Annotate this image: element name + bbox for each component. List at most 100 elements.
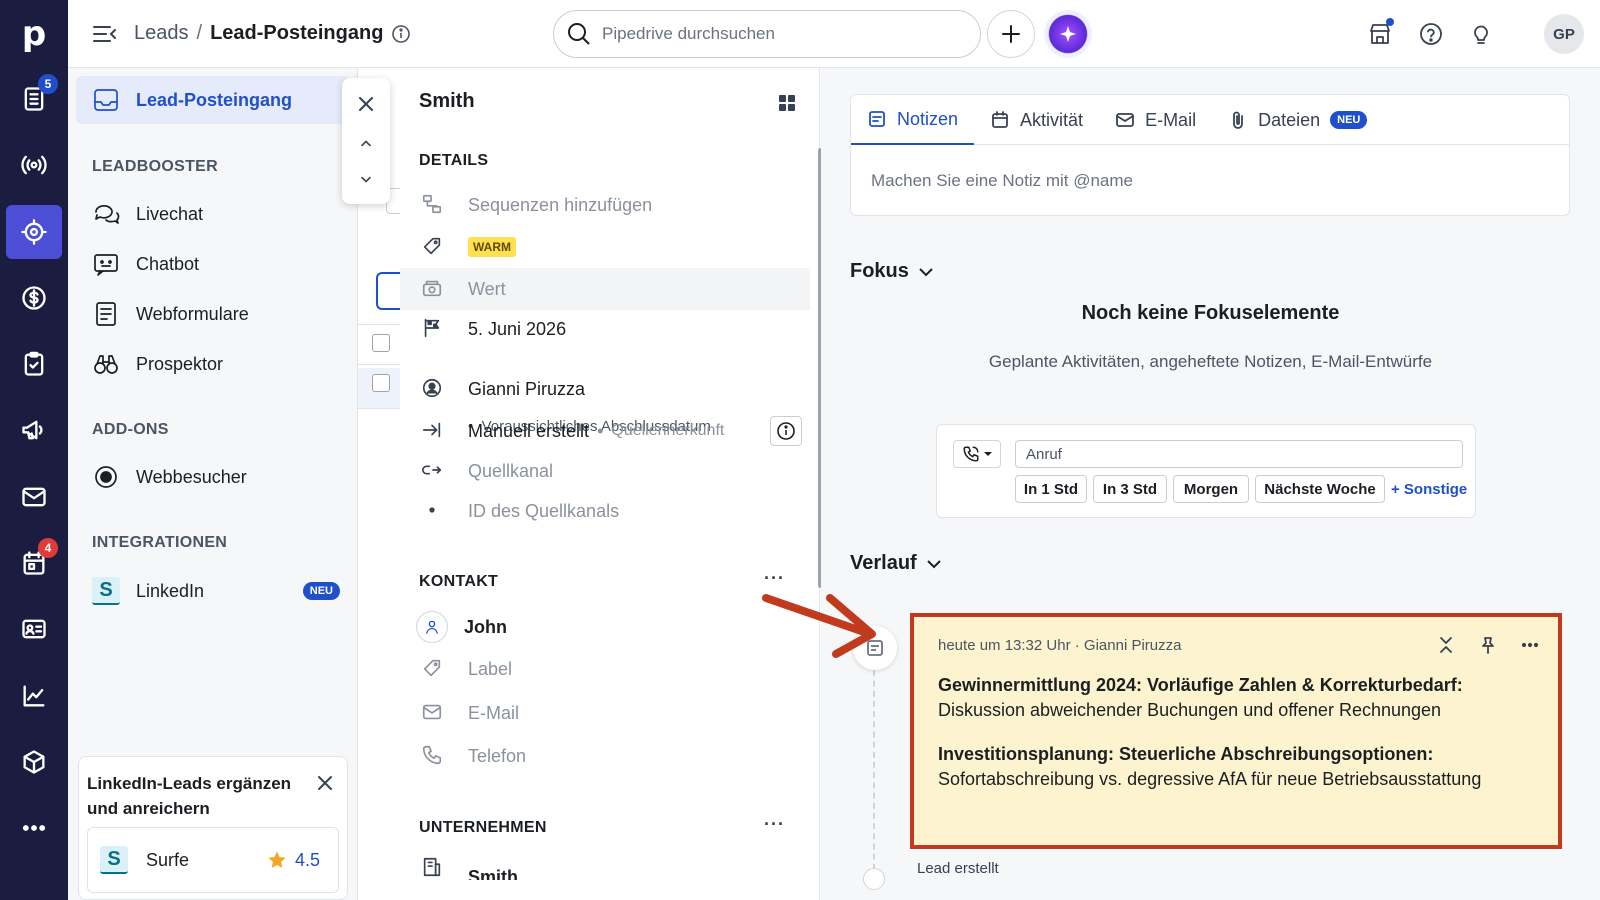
source-channel-id-row[interactable]: ID des Quellkanals xyxy=(400,490,810,532)
rail-leads-inbox[interactable]: 5 xyxy=(6,72,62,126)
lead-created-label: Lead erstellt xyxy=(917,860,999,877)
search-input[interactable] xyxy=(602,24,942,44)
rail-contacts[interactable] xyxy=(6,602,62,656)
rail-deals[interactable] xyxy=(6,271,62,325)
rail-products[interactable] xyxy=(6,735,62,789)
promo-title: LinkedIn-Leads ergänzen und anreichern xyxy=(87,774,292,818)
contact-label-row[interactable]: Label xyxy=(400,648,810,690)
menu-collapse-icon[interactable] xyxy=(92,22,118,46)
chevron-down-icon[interactable] xyxy=(358,172,374,188)
tab-email[interactable]: E-Mail xyxy=(1099,95,1212,145)
value-row[interactable]: Wert xyxy=(400,268,810,310)
source-origin-row[interactable]: Manuell erstellt • Quellenherkunft xyxy=(400,410,810,452)
building-icon xyxy=(421,856,445,880)
quick-button-3h[interactable]: In 3 Std xyxy=(1093,475,1167,503)
row-checkbox[interactable] xyxy=(372,374,390,392)
close-icon[interactable] xyxy=(315,773,335,793)
pin-icon[interactable] xyxy=(1478,635,1498,655)
company-name-row[interactable]: Smith xyxy=(400,850,810,880)
top-bar: Leads / Lead-Posteingang GP xyxy=(68,0,1600,68)
history-toggle[interactable]: Verlauf xyxy=(850,552,943,575)
target-icon xyxy=(21,219,47,245)
sidebar-item-chatbot[interactable]: Chatbot xyxy=(76,240,350,288)
rail-campaigns[interactable] xyxy=(6,138,62,192)
add-sequence-row[interactable]: Sequenzen hinzufügen xyxy=(400,184,810,226)
new-badge: NEU xyxy=(302,582,340,600)
sidebar-item-webforms[interactable]: Webformulare xyxy=(76,290,350,338)
note-card[interactable]: heute um 13:32 Uhr · Gianni Piruzza Gewi… xyxy=(910,613,1562,849)
tab-notes[interactable]: Notizen xyxy=(851,95,975,145)
contact-phone-placeholder: Telefon xyxy=(468,745,527,766)
rail-insights[interactable] xyxy=(6,669,62,723)
rail-badge-leads: 5 xyxy=(38,74,58,94)
quick-button-other[interactable]: + Sonstige xyxy=(1391,481,1467,498)
tips-button[interactable] xyxy=(1465,18,1497,50)
info-icon[interactable] xyxy=(391,24,411,44)
close-date-row[interactable]: 5. Juni 2026 xyxy=(400,308,810,350)
quick-button-tomorrow[interactable]: Morgen xyxy=(1173,475,1249,503)
activity-subject-input[interactable] xyxy=(1015,440,1463,468)
more-icon[interactable] xyxy=(1520,635,1540,655)
sidebar-item-livechat[interactable]: Livechat xyxy=(76,190,350,238)
list-button-fragment[interactable] xyxy=(376,272,400,310)
activity-pane: Notizen Aktivität E-Mail Dateien NEU Fok… xyxy=(821,68,1600,900)
section-details: DETAILS xyxy=(419,152,489,169)
icon-rail: p 5 4 xyxy=(0,0,68,900)
ai-assistant-button[interactable] xyxy=(1044,10,1092,58)
contact-more-button[interactable]: ··· xyxy=(764,568,785,589)
search-bar[interactable] xyxy=(553,10,981,58)
rail-calendar[interactable]: 4 xyxy=(6,536,62,590)
sidebar-item-label: Chatbot xyxy=(136,253,200,274)
info-icon xyxy=(777,422,795,440)
row-checkbox[interactable] xyxy=(372,334,390,352)
label-badge-warm[interactable]: WARM xyxy=(468,237,516,257)
person-icon xyxy=(416,611,448,643)
quick-button-next-week[interactable]: Nächste Woche xyxy=(1255,475,1385,503)
tag-icon xyxy=(421,657,445,681)
quick-button-1h[interactable]: In 1 Std xyxy=(1015,475,1087,503)
contact-phone-row[interactable]: Telefon xyxy=(400,735,810,777)
collapse-icon[interactable] xyxy=(1436,635,1456,655)
rail-mail[interactable] xyxy=(6,470,62,524)
label-row[interactable]: WARM xyxy=(400,226,810,268)
timeline-created-node xyxy=(863,868,885,890)
contact-email-row[interactable]: E-Mail xyxy=(400,692,810,734)
owner-row[interactable]: Gianni Piruzza xyxy=(400,368,810,410)
pipedrive-logo[interactable]: p xyxy=(0,10,68,58)
grid-layout-icon[interactable] xyxy=(776,92,798,114)
note-icon xyxy=(869,111,885,127)
breadcrumb-leads[interactable]: Leads xyxy=(134,22,189,45)
marketplace-button[interactable] xyxy=(1364,18,1396,50)
rail-more[interactable] xyxy=(6,801,62,855)
sidebar-item-lead-inbox[interactable]: Lead-Posteingang xyxy=(76,76,350,124)
user-circle-icon xyxy=(421,377,445,401)
user-avatar[interactable]: GP xyxy=(1544,14,1584,54)
note-input[interactable] xyxy=(871,171,1551,191)
add-button[interactable] xyxy=(987,10,1035,58)
close-icon[interactable] xyxy=(356,94,376,114)
chevron-up-icon[interactable] xyxy=(358,135,374,151)
tab-label: Aktivität xyxy=(1020,109,1084,130)
rail-campaigns-megaphone[interactable] xyxy=(6,403,62,457)
sidebar-item-linkedin[interactable]: S LinkedIn NEU xyxy=(76,567,350,615)
rail-leads[interactable] xyxy=(6,205,62,259)
focus-toggle[interactable]: Fokus xyxy=(850,260,935,283)
company-more-button[interactable]: ··· xyxy=(764,814,785,835)
source-info-button[interactable] xyxy=(770,416,802,446)
source-channel-row[interactable]: Quellkanal xyxy=(400,450,810,492)
source-origin-label: Quellenherkunft xyxy=(611,422,725,439)
star-icon xyxy=(268,851,286,868)
tab-activity[interactable]: Aktivität xyxy=(974,95,1099,145)
add-sequence-label: Sequenzen hinzufügen xyxy=(468,194,653,215)
history-heading: Verlauf xyxy=(850,552,917,574)
help-button[interactable] xyxy=(1415,18,1447,50)
sidebar-item-web-visitors[interactable]: Webbesucher xyxy=(76,453,350,501)
rail-activities[interactable] xyxy=(6,337,62,391)
promo-app-card[interactable]: S Surfe 4.5 xyxy=(87,827,339,893)
sidebar-item-prospector[interactable]: Prospektor xyxy=(76,340,350,388)
activity-type-select[interactable] xyxy=(953,440,1001,468)
tab-files[interactable]: Dateien NEU xyxy=(1212,95,1383,145)
help-icon xyxy=(1420,23,1442,45)
contact-name-row[interactable]: John xyxy=(400,606,810,648)
paperclip-icon xyxy=(1233,111,1243,129)
